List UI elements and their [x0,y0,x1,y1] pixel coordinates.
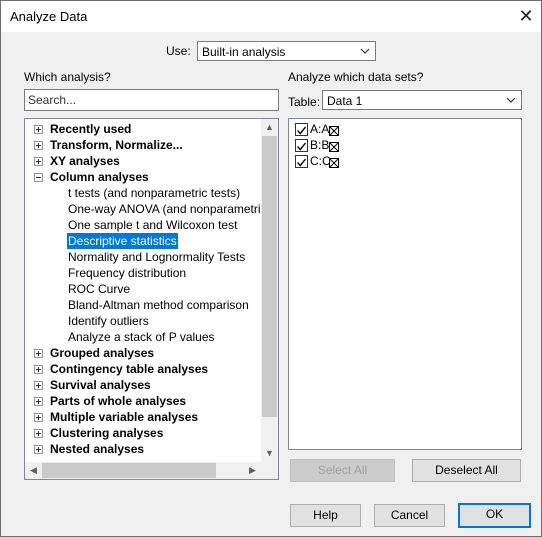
close-icon[interactable]: ✕ [514,4,538,28]
tree-category[interactable]: Parts of whole analyses [25,393,261,409]
analyze-data-dialog: Analyze Data ✕ Use: Built-in analysis Wh… [0,0,542,537]
use-label: Use: [166,44,191,58]
tree-category[interactable]: Clustering analyses [25,425,261,441]
checkmark-icon [296,142,307,151]
tree-category[interactable]: Contingency table analyses [25,361,261,377]
scroll-down-arrow-icon[interactable]: ▼ [261,445,278,462]
tree-item[interactable]: Descriptive statistics [25,233,261,249]
tree-item-label: Analyze a stack of P values [68,330,215,344]
data-set-item[interactable]: B:B [295,137,395,153]
expand-icon[interactable] [34,381,43,390]
tree-category-label: Contingency table analyses [50,362,209,376]
use-dropdown[interactable]: Built-in analysis [197,41,376,61]
data-set-label: B:B [310,138,330,152]
select-all-button[interactable]: Select All [290,459,395,482]
tree-category[interactable]: Recently used [25,121,261,137]
tree-category-label: Clustering analyses [50,426,164,440]
tree-horizontal-scrollbar[interactable]: ◀ ▶ [25,462,261,479]
tree-item[interactable]: Frequency distribution [25,265,261,281]
tree-category[interactable]: Grouped analyses [25,345,261,361]
tree-item-label: t tests (and nonparametric tests) [68,186,241,200]
table-dropdown[interactable]: Data 1 [322,90,522,110]
tree-item-label: One-way ANOVA (and nonparametric or [68,202,279,216]
chevron-down-icon [360,48,370,54]
tree-item[interactable]: ROC Curve [25,281,261,297]
expand-icon[interactable] [34,157,43,166]
data-set-item[interactable]: C:C [295,153,395,169]
scroll-left-arrow-icon[interactable]: ◀ [25,462,42,479]
tree-item-label: Bland-Altman method comparison [68,298,249,312]
tree-item-label: Normality and Lognormality Tests [68,250,246,264]
tree-category[interactable]: Nested analyses [25,441,261,457]
collapse-icon[interactable] [34,173,43,182]
deselect-all-button[interactable]: Deselect All [412,459,521,482]
help-button[interactable]: Help [290,504,361,527]
data-set-checkbox[interactable] [295,123,308,136]
tree-category-label: Survival analyses [50,378,151,392]
expand-icon[interactable] [34,413,43,422]
scrollbar-corner [261,462,278,479]
tree-category[interactable]: XY analyses [25,153,261,169]
tree-category-label: XY analyses [50,154,120,168]
checkmark-icon [296,126,307,135]
chevron-down-icon [506,97,516,103]
tree-category-label: Column analyses [50,170,149,184]
data-set-status-icon [329,140,339,152]
data-sets-heading: Analyze which data sets? [288,70,424,84]
data-set-label: C:C [310,154,331,168]
tree-category-label: Multiple variable analyses [50,410,199,424]
table-label: Table: [288,95,321,109]
scroll-up-arrow-icon[interactable]: ▲ [261,119,278,136]
cancel-button[interactable]: Cancel [374,504,445,527]
ok-button[interactable]: OK [458,503,531,528]
which-analysis-heading: Which analysis? [24,70,111,84]
tree-category-label: Grouped analyses [50,346,155,360]
tree-item-label: One sample t and Wilcoxon test [68,218,238,232]
expand-icon[interactable] [34,397,43,406]
data-set-item[interactable]: A:A [295,121,395,137]
analysis-tree: Recently used Transform, Normalize... XY a… [24,118,279,480]
data-set-status-icon [329,124,339,136]
title-bar: Analyze Data ✕ [1,1,541,32]
data-sets-list: A:A B:B C:C [288,118,522,450]
expand-icon[interactable] [34,125,43,134]
expand-icon[interactable] [34,429,43,438]
tree-item[interactable]: Identify outliers [25,313,261,329]
data-set-label: A:A [310,122,330,136]
tree-category[interactable]: Survival analyses [25,377,261,393]
scroll-right-arrow-icon[interactable]: ▶ [244,462,261,479]
tree-item[interactable]: One sample t and Wilcoxon test [25,217,261,233]
tree-item[interactable]: Analyze a stack of P values [25,329,261,345]
horizontal-scroll-thumb[interactable] [42,463,216,478]
data-set-status-icon [329,156,339,168]
table-dropdown-value: Data 1 [327,94,363,108]
tree-item-label: Identify outliers [68,314,149,328]
expand-icon[interactable] [34,141,43,150]
search-input[interactable] [24,89,279,111]
tree-category[interactable]: Column analyses [25,169,261,185]
tree-category-label: Transform, Normalize... [50,138,183,152]
expand-icon[interactable] [34,365,43,374]
tree-category-label: Parts of whole analyses [50,394,187,408]
tree-item[interactable]: Bland-Altman method comparison [25,297,261,313]
tree-item[interactable]: t tests (and nonparametric tests) [25,185,261,201]
data-set-checkbox[interactable] [295,139,308,152]
use-dropdown-value: Built-in analysis [202,45,286,59]
expand-icon[interactable] [34,445,43,454]
tree-item[interactable]: One-way ANOVA (and nonparametric or [25,201,278,217]
tree-category-label: Nested analyses [50,442,145,456]
expand-icon[interactable] [34,349,43,358]
tree-item[interactable]: Normality and Lognormality Tests [25,249,261,265]
tree-category[interactable]: Transform, Normalize... [25,137,261,153]
checkmark-icon [296,158,307,167]
tree-vertical-scrollbar[interactable]: ▲ ▼ [261,119,278,462]
tree-item-label-selected: Descriptive statistics [67,233,178,249]
tree-item-label: Frequency distribution [68,266,187,280]
vertical-scroll-thumb[interactable] [262,136,277,417]
data-set-checkbox[interactable] [295,155,308,168]
tree-category-label: Recently used [50,122,132,136]
dialog-title: Analyze Data [10,9,88,24]
tree-category[interactable]: Multiple variable analyses [25,409,261,425]
tree-item-label: ROC Curve [68,282,131,296]
